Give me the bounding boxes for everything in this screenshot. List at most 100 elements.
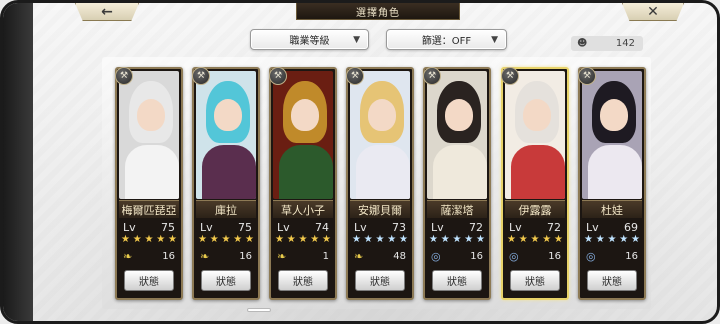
character-card[interactable]: ⚒ 薩潔塔 Lv 72 ★ ★ ★ ★ ★ ◎ 16 狀態 bbox=[423, 67, 491, 300]
level-value: 75 bbox=[238, 220, 252, 234]
star-icon: ★ bbox=[530, 234, 540, 245]
character-card[interactable]: ⚒ 草人小子 Lv 74 ★ ★ ★ ★ ★ ❧ 1 狀態 bbox=[269, 67, 337, 300]
stat-row: ◎ 16 bbox=[586, 250, 638, 263]
class-badge-icon: ⚒ bbox=[423, 67, 441, 85]
star-icon: ★ bbox=[121, 234, 130, 245]
star-icon: ★ bbox=[363, 234, 373, 245]
stat-value: 16 bbox=[548, 251, 561, 262]
star-icon: ★ bbox=[399, 234, 408, 245]
filter-dropdown[interactable]: 篩選：OFF ▼ bbox=[386, 29, 507, 50]
status-button[interactable]: 狀態 bbox=[510, 270, 560, 291]
wing-icon: ❧ bbox=[200, 250, 210, 263]
star-icon: ★ bbox=[168, 234, 177, 245]
character-portrait bbox=[350, 71, 410, 199]
star-icon: ★ bbox=[221, 234, 231, 245]
character-portrait bbox=[273, 71, 333, 199]
chevron-down-icon: ▼ bbox=[353, 34, 360, 45]
level-label: Lv bbox=[586, 220, 599, 234]
level-value: 69 bbox=[624, 220, 638, 234]
class-badge-icon: ⚒ bbox=[346, 67, 364, 85]
level-value: 74 bbox=[315, 220, 329, 234]
status-button[interactable]: 狀態 bbox=[432, 270, 482, 291]
device-edge bbox=[3, 3, 33, 321]
stat-value: 16 bbox=[239, 251, 252, 262]
class-badge-icon: ⚒ bbox=[501, 67, 519, 85]
rarity-stars: ★ ★ ★ ★ ★ bbox=[275, 234, 331, 246]
star-icon: ★ bbox=[584, 234, 593, 245]
star-icon: ★ bbox=[310, 234, 320, 245]
character-count: ☻ 142 bbox=[571, 36, 643, 51]
wing-icon: ❧ bbox=[354, 250, 364, 263]
stat-value: 48 bbox=[393, 251, 406, 262]
star-icon: ★ bbox=[144, 234, 154, 245]
rarity-stars: ★ ★ ★ ★ ★ bbox=[584, 234, 640, 246]
character-name: 安娜貝爾 bbox=[350, 200, 410, 218]
job-level-label: 職業等級 bbox=[289, 36, 330, 47]
filter-label: 篩選：OFF bbox=[421, 36, 472, 47]
star-icon: ★ bbox=[452, 234, 462, 245]
level-row: Lv 75 bbox=[200, 220, 252, 234]
character-portrait bbox=[119, 71, 179, 199]
level-row: Lv 72 bbox=[431, 220, 483, 234]
star-icon: ★ bbox=[387, 234, 397, 245]
star-icon: ★ bbox=[518, 234, 528, 245]
class-badge-icon: ⚒ bbox=[115, 67, 133, 85]
close-button[interactable]: ✕ bbox=[622, 3, 684, 21]
star-icon: ★ bbox=[209, 234, 219, 245]
stat-row: ❧ 16 bbox=[123, 250, 175, 263]
stat-row: ◎ 16 bbox=[431, 250, 483, 263]
character-card[interactable]: ⚒ 梅爾匹琵亞 Lv 75 ★ ★ ★ ★ ★ ❧ 16 狀態 bbox=[115, 67, 183, 300]
level-row: Lv 74 bbox=[277, 220, 329, 234]
page-indicator[interactable] bbox=[247, 308, 271, 312]
job-level-dropdown[interactable]: 職業等級 ▼ bbox=[250, 29, 369, 50]
character-card[interactable]: ⚒ 安娜貝爾 Lv 73 ★ ★ ★ ★ ★ ❧ 48 狀態 bbox=[346, 67, 414, 300]
star-icon: ★ bbox=[286, 234, 296, 245]
swirl-icon: ◎ bbox=[586, 250, 596, 263]
stat-value: 16 bbox=[625, 251, 638, 262]
class-badge-icon: ⚒ bbox=[192, 67, 210, 85]
star-icon: ★ bbox=[619, 234, 629, 245]
character-card[interactable]: ⚒ 杜娃 Lv 69 ★ ★ ★ ★ ★ ◎ 16 狀態 bbox=[578, 67, 646, 300]
character-name: 薩潔塔 bbox=[427, 200, 487, 218]
back-button[interactable]: ← bbox=[75, 3, 139, 21]
star-icon: ★ bbox=[607, 234, 617, 245]
character-card[interactable]: ⚒ 庫拉 Lv 75 ★ ★ ★ ★ ★ ❧ 16 狀態 bbox=[192, 67, 260, 300]
level-value: 72 bbox=[469, 220, 483, 234]
level-row: Lv 73 bbox=[354, 220, 406, 234]
rarity-stars: ★ ★ ★ ★ ★ bbox=[121, 234, 177, 246]
page-title: 選擇角色 bbox=[296, 3, 460, 20]
stat-value: 16 bbox=[162, 251, 175, 262]
star-icon: ★ bbox=[464, 234, 474, 245]
star-icon: ★ bbox=[476, 234, 485, 245]
status-button[interactable]: 狀態 bbox=[124, 270, 174, 291]
stat-value: 16 bbox=[470, 251, 483, 262]
star-icon: ★ bbox=[298, 234, 308, 245]
swirl-icon: ◎ bbox=[431, 250, 441, 263]
level-label: Lv bbox=[123, 220, 136, 234]
level-row: Lv 69 bbox=[586, 220, 638, 234]
status-button[interactable]: 狀態 bbox=[201, 270, 251, 291]
status-button[interactable]: 狀態 bbox=[278, 270, 328, 291]
star-icon: ★ bbox=[198, 234, 207, 245]
level-value: 73 bbox=[392, 220, 406, 234]
level-row: Lv 75 bbox=[123, 220, 175, 234]
status-button[interactable]: 狀態 bbox=[587, 270, 637, 291]
level-value: 75 bbox=[161, 220, 175, 234]
character-name: 伊露露 bbox=[505, 200, 565, 218]
status-button[interactable]: 狀態 bbox=[355, 270, 405, 291]
character-name: 庫拉 bbox=[196, 200, 256, 218]
character-card[interactable]: ⚒ 伊露露 Lv 72 ★ ★ ★ ★ ★ ◎ 16 狀態 bbox=[501, 67, 569, 300]
character-name: 杜娃 bbox=[582, 200, 642, 218]
star-icon: ★ bbox=[156, 234, 166, 245]
swirl-icon: ◎ bbox=[509, 250, 519, 263]
wing-icon: ❧ bbox=[123, 250, 133, 263]
character-portrait bbox=[582, 71, 642, 199]
star-icon: ★ bbox=[554, 234, 563, 245]
wing-icon: ❧ bbox=[277, 250, 287, 263]
star-icon: ★ bbox=[507, 234, 516, 245]
level-label: Lv bbox=[277, 220, 290, 234]
star-icon: ★ bbox=[375, 234, 385, 245]
rarity-stars: ★ ★ ★ ★ ★ bbox=[507, 234, 563, 246]
star-icon: ★ bbox=[429, 234, 438, 245]
game-screen: ← 選擇角色 ✕ 職業等級 ▼ 篩選：OFF ▼ ☻ 142 ⚒ 梅爾匹琵亞 Lv 7… bbox=[0, 0, 720, 324]
